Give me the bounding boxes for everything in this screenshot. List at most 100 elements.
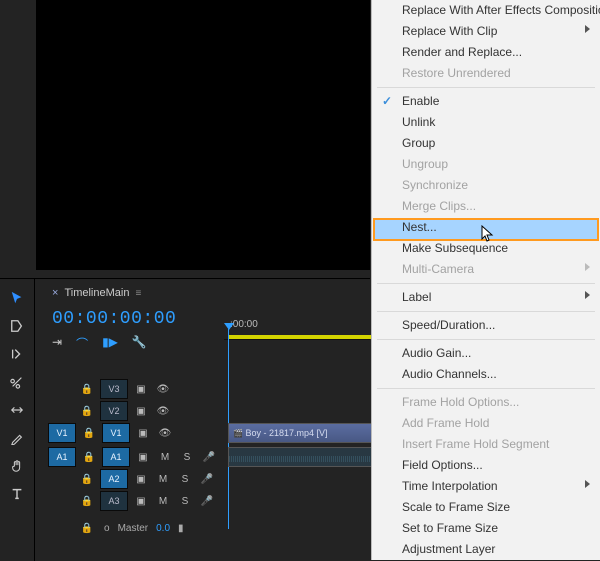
menu-item-label: Unlink: [402, 115, 435, 129]
menu-nest[interactable]: Nest...: [372, 217, 600, 238]
menu-separator: [377, 283, 595, 284]
submenu-arrow-icon: [585, 263, 590, 271]
tool-hand[interactable]: [5, 455, 29, 477]
marker-add-icon[interactable]: ▮▶: [102, 335, 118, 352]
track-target-a2[interactable]: A2: [100, 469, 128, 489]
menu-separator: [377, 87, 595, 88]
track-toggle-icon[interactable]: ▣: [132, 470, 150, 488]
menu-separator: [377, 311, 595, 312]
tool-pen[interactable]: [5, 427, 29, 449]
menu-add-frame-hold: Add Frame Hold: [372, 413, 600, 434]
clip-a1[interactable]: [228, 447, 374, 467]
clip-label: Boy - 21817.mp4 [V]: [245, 428, 327, 438]
track-toggle-icon[interactable]: ▣: [132, 402, 150, 420]
menu-item-label: Multi-Camera: [402, 262, 474, 276]
menu-time-interp[interactable]: Time Interpolation: [372, 476, 600, 497]
sequence-name: TimelineMain: [64, 287, 129, 299]
linked-selection-icon[interactable]: ⌒: [76, 335, 88, 352]
menu-group[interactable]: Group: [372, 133, 600, 154]
track-lock-icon[interactable]: 🔒: [78, 519, 96, 537]
master-toggle-icon[interactable]: o: [104, 523, 110, 534]
tool-track-select[interactable]: [5, 315, 29, 337]
menu-item-label: Restore Unrendered: [402, 66, 511, 80]
submenu-arrow-icon: [585, 480, 590, 488]
menu-item-label: Time Interpolation: [402, 479, 498, 493]
track-lock-icon[interactable]: 🔒: [78, 402, 96, 420]
tool-column: [0, 279, 35, 561]
master-meter-icon[interactable]: ▮: [178, 523, 184, 534]
sequence-tab[interactable]: × TimelineMain: [52, 287, 141, 299]
track-target-a3[interactable]: A3: [100, 491, 128, 511]
menu-audio-gain[interactable]: Audio Gain...: [372, 343, 600, 364]
ruler-tick: :00:00: [230, 319, 258, 330]
clip-v1[interactable]: 🎬 Boy - 21817.mp4 [V]: [228, 423, 374, 443]
master-label: Master: [118, 523, 149, 534]
track-lock-icon[interactable]: 🔒: [78, 470, 96, 488]
mute-icon[interactable]: M: [154, 492, 172, 510]
track-toggle-icon[interactable]: ▣: [134, 448, 152, 466]
menu-item-label: Set to Frame Size: [402, 521, 498, 535]
menu-make-subseq[interactable]: Make Subsequence: [372, 238, 600, 259]
menu-item-label: Merge Clips...: [402, 199, 476, 213]
track-target-v1[interactable]: V1: [102, 423, 130, 443]
menu-set-to-frame[interactable]: Set to Frame Size: [372, 518, 600, 539]
menu-item-label: Render and Replace...: [402, 45, 522, 59]
clip-context-menu: Replace With After Effects Composition Re…: [371, 0, 600, 560]
menu-separator: [377, 339, 595, 340]
menu-replace-clip[interactable]: Replace With Clip: [372, 21, 600, 42]
menu-field-options[interactable]: Field Options...: [372, 455, 600, 476]
menu-synchronize: Synchronize: [372, 175, 600, 196]
voice-icon[interactable]: 🎤: [200, 448, 218, 466]
track-toggle-icon[interactable]: ▣: [134, 424, 152, 442]
track-target-v2[interactable]: V2: [100, 401, 128, 421]
tool-razor[interactable]: [5, 371, 29, 393]
menu-speed-duration[interactable]: Speed/Duration...: [372, 315, 600, 336]
menu-replace-ae[interactable]: Replace With After Effects Composition: [372, 0, 600, 21]
track-lock-icon[interactable]: 🔒: [78, 492, 96, 510]
src-patch-a1[interactable]: A1: [48, 447, 76, 467]
solo-icon[interactable]: S: [178, 448, 196, 466]
tool-slip[interactable]: [5, 399, 29, 421]
voice-icon[interactable]: 🎤: [198, 470, 216, 488]
menu-enable[interactable]: Enable: [372, 91, 600, 112]
menu-restore-unrend: Restore Unrendered: [372, 63, 600, 84]
track-lock-icon[interactable]: 🔒: [80, 448, 98, 466]
menu-label[interactable]: Label: [372, 287, 600, 308]
solo-icon[interactable]: S: [176, 470, 194, 488]
menu-render-replace[interactable]: Render and Replace...: [372, 42, 600, 63]
menu-audio-channels[interactable]: Audio Channels...: [372, 364, 600, 385]
menu-item-label: Replace With After Effects Composition: [402, 3, 600, 17]
tool-type[interactable]: [5, 483, 29, 505]
menu-item-label: Label: [402, 290, 431, 304]
menu-unlink[interactable]: Unlink: [372, 112, 600, 133]
track-target-a1[interactable]: A1: [102, 447, 130, 467]
track-lock-icon[interactable]: 🔒: [80, 424, 98, 442]
menu-scale-to-frame[interactable]: Scale to Frame Size: [372, 497, 600, 518]
menu-item-label: Synchronize: [402, 178, 468, 192]
menu-adjustment-layer[interactable]: Adjustment Layer: [372, 539, 600, 560]
master-value[interactable]: 0.0: [156, 523, 170, 534]
mute-icon[interactable]: M: [156, 448, 174, 466]
src-patch-v1[interactable]: V1: [48, 423, 76, 443]
submenu-arrow-icon: [585, 291, 590, 299]
menu-multi-camera: Multi-Camera: [372, 259, 600, 280]
track-eye-icon[interactable]: 👁: [154, 380, 172, 398]
track-eye-icon[interactable]: 👁: [156, 424, 174, 442]
playhead-timecode[interactable]: 00:00:00:00: [52, 309, 176, 329]
track-lock-icon[interactable]: 🔒: [78, 380, 96, 398]
snap-icon[interactable]: ⇥: [52, 335, 62, 352]
tool-ripple-edit[interactable]: [5, 343, 29, 365]
timeline-panel: × TimelineMain 00:00:00:00 ⇥ ⌒ ▮▶ 🔧 :00:…: [0, 278, 370, 561]
menu-item-label: Adjustment Layer: [402, 542, 495, 556]
track-toggle-icon[interactable]: ▣: [132, 380, 150, 398]
waveform-icon: [229, 456, 373, 462]
menu-item-label: Replace With Clip: [402, 24, 497, 38]
solo-icon[interactable]: S: [176, 492, 194, 510]
track-eye-icon[interactable]: 👁: [154, 402, 172, 420]
track-toggle-icon[interactable]: ▣: [132, 492, 150, 510]
settings-icon[interactable]: 🔧: [132, 335, 147, 352]
voice-icon[interactable]: 🎤: [198, 492, 216, 510]
tool-selection[interactable]: [5, 287, 29, 309]
mute-icon[interactable]: M: [154, 470, 172, 488]
track-target-v3[interactable]: V3: [100, 379, 128, 399]
